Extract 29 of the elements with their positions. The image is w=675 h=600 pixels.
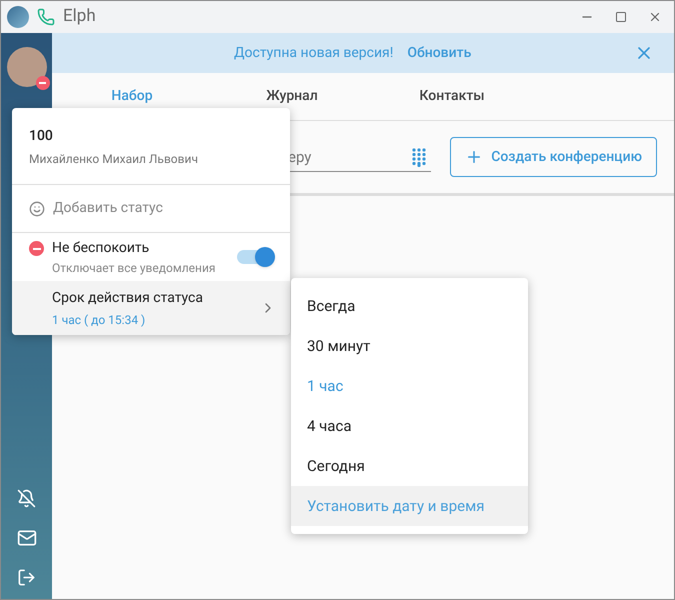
user-name: Михайленко Михаил Львович bbox=[29, 151, 199, 168]
expiry-label: Срок действия статуса bbox=[52, 288, 204, 308]
expiry-option[interactable]: 30 минут bbox=[291, 326, 528, 366]
add-status-item[interactable]: Добавить статус bbox=[12, 185, 290, 233]
avatar-placeholder[interactable] bbox=[6, 47, 46, 87]
extension-number: 100 bbox=[29, 127, 54, 146]
dnd-hint: Отключает все уведомления bbox=[52, 260, 216, 276]
busy-status-icon bbox=[36, 76, 50, 90]
sip-phone-icon bbox=[37, 8, 55, 26]
expiry-option[interactable]: Всегда bbox=[291, 286, 528, 326]
close-icon bbox=[648, 10, 662, 24]
logout-icon[interactable] bbox=[17, 568, 36, 587]
window-title: Elph bbox=[63, 5, 96, 28]
tab[interactable]: Журнал bbox=[212, 73, 372, 120]
dialpad-icon[interactable] bbox=[411, 147, 427, 167]
expiry-option[interactable]: Сегодня bbox=[291, 446, 528, 486]
smiley-icon bbox=[29, 200, 45, 216]
maximize-icon bbox=[615, 11, 627, 23]
dnd-toggle[interactable] bbox=[237, 250, 273, 264]
mail-icon[interactable] bbox=[16, 528, 36, 548]
tab[interactable]: Контакты bbox=[372, 73, 532, 120]
banner-text: Доступна новая версия! bbox=[234, 44, 394, 62]
notifications-off-icon[interactable] bbox=[17, 489, 36, 508]
expiry-option[interactable]: 4 часа bbox=[291, 406, 528, 446]
app-logo-icon bbox=[7, 6, 29, 28]
status-expiry-item[interactable]: Срок действия статуса 1 час ( до 15:34 ) bbox=[12, 281, 290, 335]
expiry-value: 1 час ( до 15:34 ) bbox=[52, 312, 146, 328]
dnd-label: Не беспокоить bbox=[52, 238, 150, 258]
busy-status-icon bbox=[29, 241, 44, 256]
